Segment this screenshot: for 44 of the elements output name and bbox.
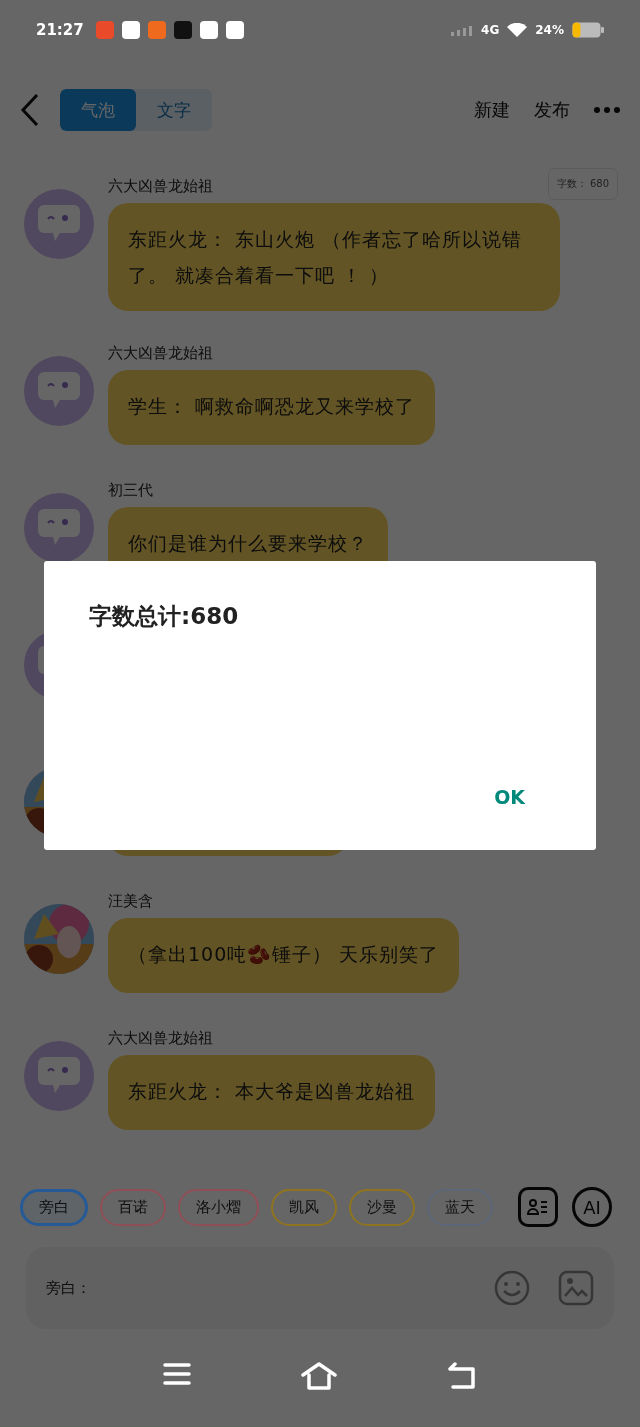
character-chip[interactable]: 凯风 — [271, 1188, 337, 1226]
sender-name: 六大凶兽龙始祖 — [108, 344, 213, 362]
view-tab[interactable]: 文字 — [136, 89, 212, 131]
home-icon[interactable] — [301, 1362, 337, 1390]
battery-percent: 24% — [535, 23, 564, 37]
word-count-badge: 字数： 680 — [547, 168, 618, 200]
network-type: 4G — [481, 23, 500, 37]
character-chip[interactable]: 旁白 — [20, 1188, 88, 1226]
ok-button[interactable]: OK — [488, 782, 531, 812]
wifi-icon — [507, 23, 528, 37]
message-bubble: （拿出100吨🫘锤子） 天乐别笑了 — [108, 918, 460, 993]
character-chip[interactable]: 蓝天 — [427, 1188, 493, 1226]
character-chip[interactable]: 洛小熠 — [178, 1188, 259, 1226]
header-action[interactable]: 发布 — [534, 98, 570, 122]
header-action[interactable]: 新建 — [474, 98, 510, 122]
message-bubble: 东距火龙： 本大爷是凶兽龙始祖 — [108, 1055, 436, 1130]
image-icon[interactable] — [558, 1270, 594, 1306]
contact-card-button[interactable] — [518, 1187, 558, 1227]
signal-icon — [451, 24, 474, 36]
battery-icon — [572, 22, 604, 38]
sender-name: 六大凶兽龙始祖 — [108, 1029, 213, 1047]
character-chip[interactable]: 百诺 — [100, 1188, 166, 1226]
dialog-message: 字数总计:680 — [89, 602, 240, 631]
menu-icon[interactable] — [163, 1362, 191, 1386]
more-icon[interactable] — [594, 107, 620, 113]
app-notification-icon — [147, 21, 166, 39]
app-notification-icon — [173, 21, 192, 39]
back-icon[interactable] — [20, 93, 40, 127]
message-bubble: 东距火龙： 东山火炮 （作者忘了哈所以说错了。 就凑合着看一下吧 ！ ） — [108, 203, 560, 311]
clock-time: 21:27 — [36, 21, 84, 39]
app-notification-icon — [225, 21, 244, 39]
field-label: 旁白： — [46, 1278, 91, 1298]
app-notification-icon — [199, 21, 218, 39]
back-nav-icon[interactable] — [447, 1362, 477, 1390]
sender-name: 六大凶兽龙始祖 — [108, 177, 213, 195]
app-notification-icon — [95, 21, 114, 39]
smiley-icon[interactable] — [494, 1270, 530, 1306]
character-chip[interactable]: 沙曼 — [349, 1188, 415, 1226]
sender-name: 初三代 — [108, 481, 153, 499]
view-tab[interactable]: 气泡 — [60, 89, 136, 131]
message-bubble: 学生： 啊救命啊恐龙又来学校了 — [108, 370, 436, 445]
app-notification-icon — [121, 21, 140, 39]
ai-button[interactable]: AI — [572, 1187, 612, 1227]
sender-name: 汪美含 — [108, 892, 153, 910]
